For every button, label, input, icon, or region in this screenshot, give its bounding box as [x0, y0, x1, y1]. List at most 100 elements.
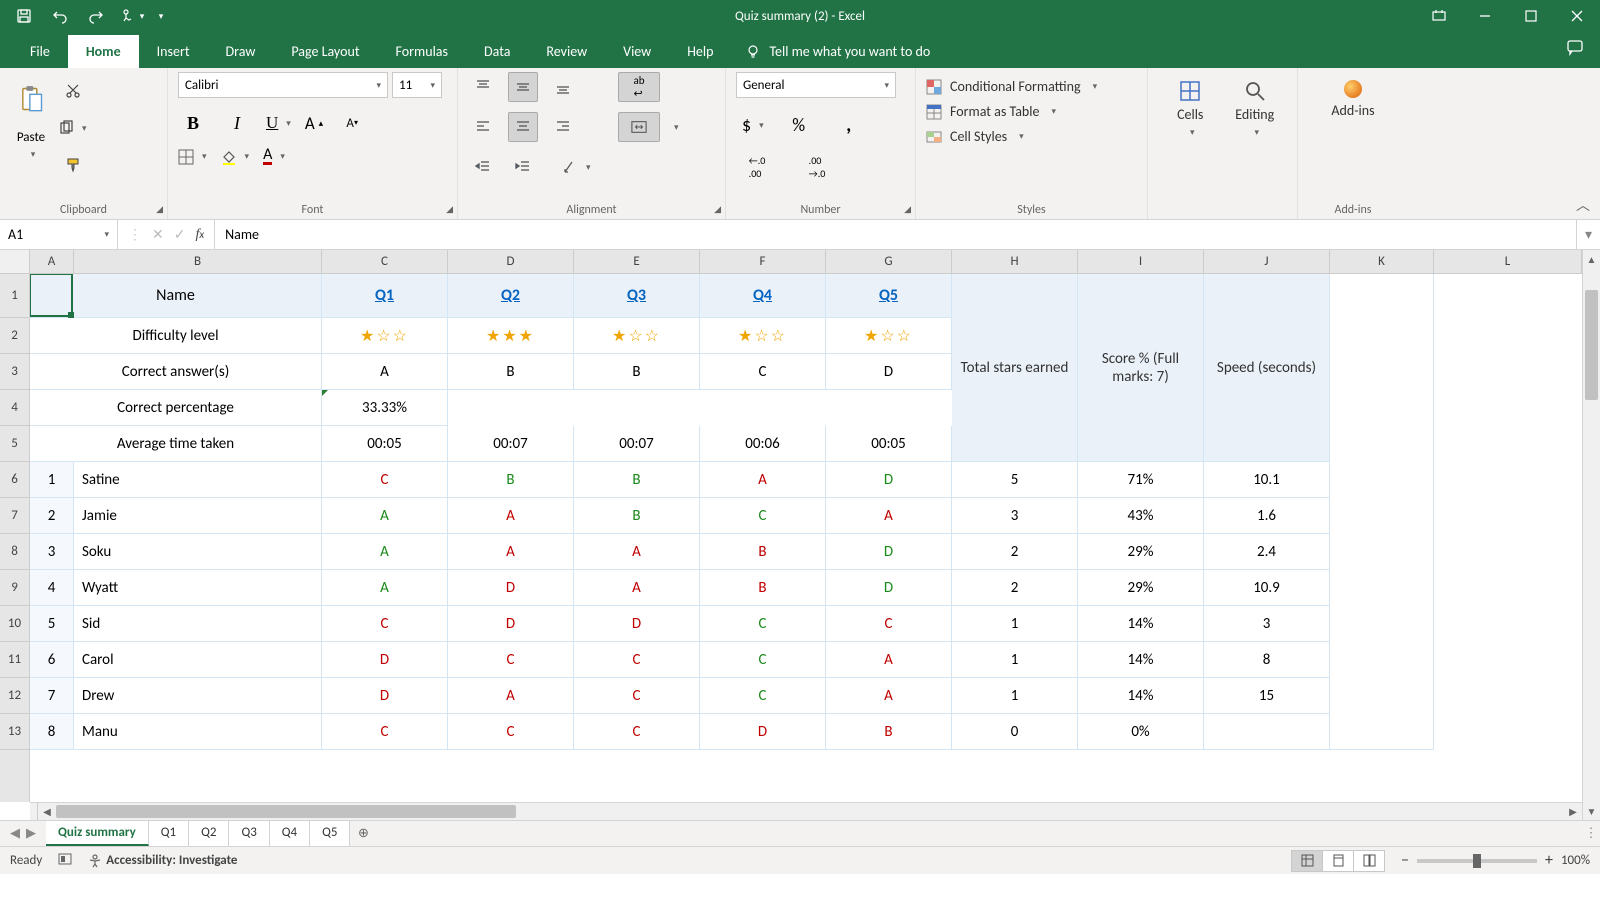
bold-button[interactable]: B: [178, 108, 208, 138]
cell-styles-button[interactable]: Cell Styles▾: [926, 128, 1097, 145]
cell-q-header-4[interactable]: Q4: [700, 274, 826, 318]
borders-button[interactable]: ▾: [178, 149, 207, 165]
cell-ans-4-4[interactable]: C: [826, 606, 952, 642]
cell-student-name-3[interactable]: Wyatt: [74, 570, 322, 606]
cell-meta-3-2[interactable]: 00:07: [574, 426, 700, 462]
col-header-B[interactable]: B: [74, 250, 322, 273]
cell-ans-1-3[interactable]: C: [700, 498, 826, 534]
col-header-L[interactable]: L: [1434, 250, 1582, 273]
cell-ans-1-0[interactable]: A: [322, 498, 448, 534]
cell-meta-label-2[interactable]: Correct percentage: [30, 390, 322, 426]
hscroll-thumb[interactable]: [56, 805, 516, 818]
cell-ans-6-4[interactable]: A: [826, 678, 952, 714]
cell-ans-1-1[interactable]: A: [448, 498, 574, 534]
touch-mode-button[interactable]: ▾: [116, 2, 148, 30]
cell-meta-3-4[interactable]: 00:05: [826, 426, 952, 462]
cell-score-6[interactable]: 14%: [1078, 678, 1204, 714]
cell-meta-1-3[interactable]: C: [700, 354, 826, 390]
vscroll-thumb[interactable]: [1585, 290, 1598, 400]
close-button[interactable]: [1554, 0, 1600, 32]
cell-ans-2-2[interactable]: A: [574, 534, 700, 570]
underline-button[interactable]: U▾: [266, 113, 291, 133]
tab-home[interactable]: Home: [68, 35, 139, 68]
cell-ans-0-3[interactable]: A: [700, 462, 826, 498]
cell-q-header-3[interactable]: Q3: [574, 274, 700, 318]
cell-student-name-1[interactable]: Jamie: [74, 498, 322, 534]
cell-meta-1-4[interactable]: D: [826, 354, 952, 390]
align-left-button[interactable]: [468, 112, 498, 142]
addins-button[interactable]: Add-ins: [1319, 72, 1387, 119]
cell-student-name-7[interactable]: Manu: [74, 714, 322, 750]
cells-area[interactable]: NameQ1Q2Q3Q4Q5Total stars earnedScore % …: [30, 274, 1582, 802]
decrease-font-button[interactable]: A▾: [337, 108, 367, 138]
accounting-format-button[interactable]: $▾: [742, 114, 764, 136]
orientation-button[interactable]: ▾: [562, 159, 591, 175]
format-as-table-button[interactable]: Format as Table▾: [926, 103, 1097, 120]
cell-meta-1-2[interactable]: B: [574, 354, 700, 390]
cell-meta-3-3[interactable]: 00:06: [700, 426, 826, 462]
sheet-tab-q5[interactable]: Q5: [310, 821, 350, 846]
cell-speed-header[interactable]: Speed (seconds): [1204, 274, 1330, 462]
scroll-right-button[interactable]: ▶: [1564, 805, 1582, 818]
number-format-combo[interactable]: General▾: [736, 72, 896, 98]
redo-button[interactable]: [80, 2, 112, 30]
cell-score-header[interactable]: Score % (Full marks: 7): [1078, 274, 1204, 462]
sheet-tab-q1[interactable]: Q1: [149, 821, 189, 846]
number-dialog-launcher[interactable]: ◢: [904, 204, 911, 215]
maximize-button[interactable]: [1508, 0, 1554, 32]
cell-ans-4-0[interactable]: C: [322, 606, 448, 642]
cell-student-idx-2[interactable]: 3: [30, 534, 74, 570]
cell-score-1[interactable]: 43%: [1078, 498, 1204, 534]
cell-ans-3-1[interactable]: D: [448, 570, 574, 606]
wrap-text-button[interactable]: ab↩: [618, 72, 660, 102]
cell-empty-k[interactable]: [1330, 274, 1434, 750]
font-dialog-launcher[interactable]: ◢: [446, 204, 453, 215]
cell-meta-1-1[interactable]: B: [448, 354, 574, 390]
cell-meta-2-0[interactable]: 33.33%: [322, 390, 448, 426]
sheet-tab-q2[interactable]: Q2: [189, 821, 229, 846]
formula-input[interactable]: Name: [214, 220, 1576, 249]
cell-meta-0-3[interactable]: ★☆☆: [700, 318, 826, 354]
comments-button[interactable]: [1550, 30, 1600, 68]
cell-ans-2-3[interactable]: B: [700, 534, 826, 570]
cell-ans-5-2[interactable]: C: [574, 642, 700, 678]
comma-button[interactable]: ,: [834, 110, 864, 140]
cell-meta-0-4[interactable]: ★☆☆: [826, 318, 952, 354]
tell-me-search[interactable]: Tell me what you want to do: [731, 43, 944, 68]
tab-help[interactable]: Help: [669, 35, 731, 68]
cell-student-name-5[interactable]: Carol: [74, 642, 322, 678]
page-break-view-button[interactable]: [1353, 850, 1385, 872]
cell-ans-0-4[interactable]: D: [826, 462, 952, 498]
cell-student-idx-5[interactable]: 6: [30, 642, 74, 678]
tab-draw[interactable]: Draw: [208, 35, 274, 68]
cell-ans-2-0[interactable]: A: [322, 534, 448, 570]
italic-button[interactable]: I: [222, 108, 252, 138]
tab-page-layout[interactable]: Page Layout: [273, 35, 377, 68]
cell-ans-0-1[interactable]: B: [448, 462, 574, 498]
cell-student-idx-3[interactable]: 4: [30, 570, 74, 606]
conditional-formatting-button[interactable]: Conditional Formatting▾: [926, 78, 1097, 95]
cancel-formula-button[interactable]: ✕: [152, 226, 164, 243]
font-name-combo[interactable]: Calibri▾: [178, 72, 388, 98]
row-headers[interactable]: 12345678910111213: [0, 274, 30, 802]
page-layout-view-button[interactable]: [1322, 850, 1354, 872]
cell-meta-label-1[interactable]: Correct answer(s): [30, 354, 322, 390]
increase-font-button[interactable]: A▴: [305, 113, 323, 134]
cell-score-0[interactable]: 71%: [1078, 462, 1204, 498]
qat-customize-button[interactable]: ▾: [152, 2, 170, 30]
zoom-out-button[interactable]: −: [1401, 851, 1409, 870]
percent-button[interactable]: %: [784, 110, 814, 140]
cell-meta-3-0[interactable]: 00:05: [322, 426, 448, 462]
cell-meta-label-3[interactable]: Average time taken: [30, 426, 322, 462]
editing-menu-button[interactable]: Editing▾: [1223, 72, 1288, 138]
align-bottom-button[interactable]: [548, 72, 578, 102]
cells-menu-button[interactable]: Cells▾: [1158, 72, 1223, 138]
horizontal-scrollbar[interactable]: ◀ ▶: [30, 802, 1582, 820]
row-header-5[interactable]: 5: [0, 426, 29, 462]
cut-button[interactable]: [58, 76, 88, 106]
cell-student-idx-6[interactable]: 7: [30, 678, 74, 714]
cell-speed-2[interactable]: 2.4: [1204, 534, 1330, 570]
font-size-combo[interactable]: 11▾: [392, 72, 442, 98]
cell-student-idx-7[interactable]: 8: [30, 714, 74, 750]
increase-indent-button[interactable]: [508, 152, 538, 182]
